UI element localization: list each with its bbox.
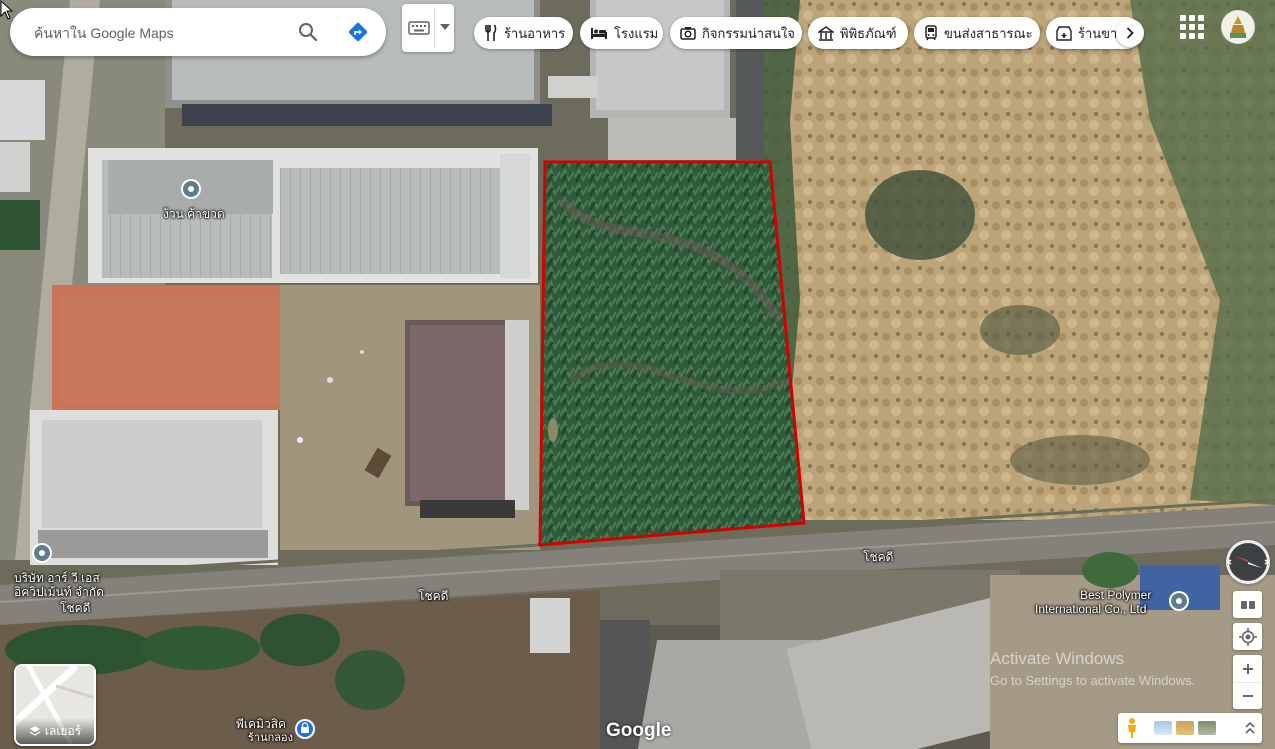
chip-label: ขนส่งสาธารณะ [944, 25, 1033, 41]
satellite-map[interactable] [0, 0, 1275, 749]
museum-icon [818, 25, 834, 41]
chevron-down-icon[interactable] [440, 24, 450, 30]
minus-icon [1242, 694, 1253, 697]
street-view-icon [1240, 600, 1255, 609]
watermark-line1: Activate Windows [990, 649, 1125, 668]
chip-things-to-do[interactable]: กิจกรรมน่าสนใจ [670, 17, 802, 49]
mouse-cursor-icon [0, 0, 14, 20]
avatar[interactable] [1221, 10, 1255, 44]
fork-knife-icon [485, 25, 497, 41]
chip-hotels[interactable]: โรงแรม [580, 17, 663, 49]
chip-museums[interactable]: พิพิธภัณฑ์ [808, 17, 908, 49]
place-pin-icon[interactable] [31, 542, 53, 564]
google-logo: Google [606, 720, 672, 741]
place-label-4-line1[interactable]: พีเคมิวสิค [236, 718, 286, 731]
search-input[interactable] [32, 20, 286, 46]
compass-button[interactable] [1226, 540, 1270, 584]
layers-label-row: เลเยอร์ [16, 718, 94, 744]
place-label-2-line1[interactable]: บริษัท อาร์ วี เอส [14, 572, 100, 585]
pharmacy-icon [1056, 25, 1072, 41]
input-tools-button[interactable] [402, 4, 454, 52]
transit-icon [925, 25, 937, 41]
search-box [10, 8, 386, 56]
chevron-right-icon [1126, 27, 1134, 39]
expand-up-icon[interactable] [1244, 721, 1256, 735]
place-label-1[interactable]: ง้วน ค้าขวด [163, 208, 225, 221]
zoom-in-button[interactable] [1233, 656, 1262, 683]
imagery-thumbnail-3[interactable] [1198, 721, 1216, 735]
apps-grid-icon[interactable] [1179, 14, 1205, 40]
search-icon[interactable] [296, 20, 320, 44]
road-label-right: โชคดี [863, 550, 894, 564]
camera-icon [680, 27, 696, 40]
place-label-2-line2[interactable]: อิควิปเม้นท์ จำกัด [14, 586, 104, 599]
layers-button[interactable]: เลเยอร์ [14, 664, 96, 746]
shopping-pin-icon[interactable] [294, 718, 316, 740]
watermark-line2: Go to Settings to activate Windows. [990, 673, 1196, 688]
chip-transit[interactable]: ขนส่งสาธารณะ [914, 17, 1040, 49]
street-view-toggle-button[interactable] [1233, 591, 1262, 618]
zoom-control [1233, 655, 1262, 709]
plus-icon [1242, 663, 1253, 674]
chip-label: ร้านอาหาร [504, 25, 566, 41]
layers-icon [29, 726, 41, 736]
chips-scroll-right-button[interactable] [1116, 19, 1144, 47]
my-location-button[interactable] [1233, 623, 1262, 650]
road-label-mid: โชคดี [418, 589, 449, 603]
directions-icon[interactable] [346, 20, 370, 44]
keyboard-icon[interactable] [408, 20, 430, 36]
chip-label: กิจกรรมน่าสนใจ [702, 25, 795, 41]
chip-label: พิพิธภัณฑ์ [840, 25, 897, 41]
layers-label: เลเยอร์ [44, 723, 82, 738]
place-label-3-line2[interactable]: International Co., Ltd [1035, 603, 1146, 616]
bed-icon [591, 28, 607, 39]
chip-restaurants[interactable]: ร้านอาหาร [474, 17, 573, 49]
place-pin-icon[interactable] [180, 178, 202, 200]
place-label-3-line1[interactable]: Best Polymer [1080, 589, 1151, 602]
zoom-out-button[interactable] [1233, 683, 1262, 709]
imagery-toolbar [1118, 713, 1262, 743]
place-pin-icon[interactable] [1168, 590, 1190, 612]
pegman-icon[interactable] [1124, 717, 1140, 739]
road-label-left: โชคดี [60, 601, 91, 615]
place-label-4-line2[interactable]: ร้านกลอง [248, 732, 293, 745]
windows-activation-watermark: Activate Windows Go to Settings to activ… [990, 648, 1195, 692]
imagery-thumbnail-2[interactable] [1176, 721, 1194, 735]
chip-label: โรงแรม [614, 25, 659, 41]
my-location-icon [1238, 627, 1257, 646]
imagery-thumbnail-1[interactable] [1154, 721, 1172, 735]
